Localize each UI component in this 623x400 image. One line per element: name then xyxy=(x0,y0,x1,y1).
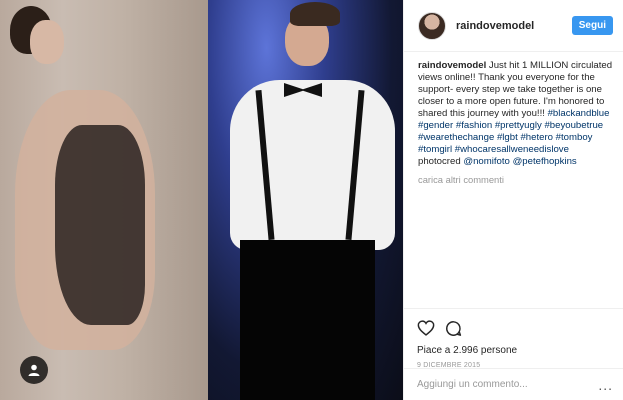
photo-right-pants xyxy=(240,240,375,400)
avatar[interactable] xyxy=(418,11,446,40)
tagged-users-button[interactable] xyxy=(20,356,48,384)
hashtag-link[interactable]: #beyoubetrue xyxy=(544,120,603,131)
credit-mention-link[interactable]: @nomifoto xyxy=(463,156,510,167)
load-more-comments-link[interactable]: carica altri commenti xyxy=(418,174,614,186)
caption-username[interactable]: raindovemodel xyxy=(418,60,486,71)
hashtag-link[interactable]: #tomgirl xyxy=(418,144,452,155)
hashtag-link[interactable]: #tomboy xyxy=(556,132,593,143)
hashtag-link[interactable]: #fashion xyxy=(456,120,492,131)
hashtag-link[interactable]: #blackandblue xyxy=(548,108,610,119)
photo-left-face xyxy=(30,20,64,64)
caption: raindovemodel Just hit 1 MILLION circula… xyxy=(418,60,614,168)
hashtag-link[interactable]: #wearethechange xyxy=(418,132,494,143)
hashtag-link[interactable]: #lgbt xyxy=(497,132,518,143)
follow-button[interactable]: Segui xyxy=(571,16,613,35)
post-media[interactable] xyxy=(0,0,403,400)
header-username[interactable]: raindovemodel xyxy=(456,20,572,32)
photo-left-garment xyxy=(55,125,145,325)
heart-icon[interactable] xyxy=(417,320,435,336)
photo-left xyxy=(0,0,208,400)
comment-input[interactable] xyxy=(417,379,599,390)
caption-credits: @nomifoto @petefhopkins xyxy=(463,156,576,167)
photo-right-shirt xyxy=(230,80,395,250)
more-options-button[interactable]: ... xyxy=(598,377,613,393)
hashtag-link[interactable]: #prettyugly xyxy=(495,120,542,131)
action-row xyxy=(417,317,609,339)
caption-scrollbar[interactable] xyxy=(617,62,620,302)
comment-bubble-icon[interactable] xyxy=(445,320,462,337)
post-header: raindovemodel Segui xyxy=(404,0,623,52)
hashtag-link[interactable]: #whocaresallweneedislove xyxy=(455,144,569,155)
likes-count[interactable]: Piace a 2.996 persone xyxy=(417,345,609,356)
hashtag-link[interactable]: #gender xyxy=(418,120,453,131)
hashtag-link[interactable]: #hetero xyxy=(520,132,553,143)
post-actions: Piace a 2.996 persone 9 DICEMBRE 2015 xyxy=(403,308,623,369)
comment-bar: ... xyxy=(403,368,623,400)
credit-mention-link[interactable]: @petefhopkins xyxy=(513,156,577,167)
photo-right-hair xyxy=(290,2,340,26)
user-icon xyxy=(28,364,40,376)
caption-area: raindovemodel Just hit 1 MILLION circula… xyxy=(418,60,614,300)
caption-credit-prefix: photocred xyxy=(418,156,464,167)
